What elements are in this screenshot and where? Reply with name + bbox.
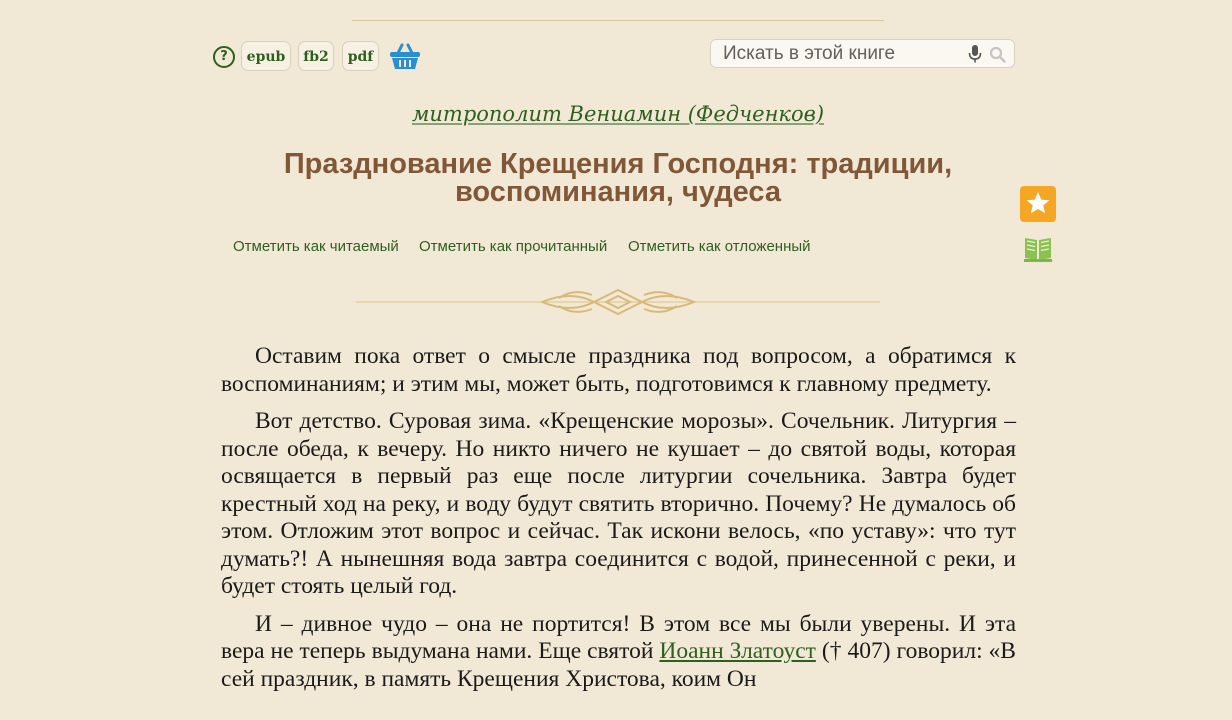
page-title: Празднование Крещения Господня: традиции… (283, 148, 953, 208)
top-divider (352, 20, 884, 21)
microphone-icon[interactable] (968, 45, 982, 63)
paragraph: Оставим пока ответ о смысле праздника по… (221, 343, 1016, 397)
mark-read-link[interactable]: Отметить как прочитанный (419, 238, 607, 255)
download-fb2-button[interactable]: fb2 (298, 41, 334, 71)
mark-reading-link[interactable]: Отметить как читаемый (233, 238, 399, 255)
basket-icon[interactable] (389, 41, 421, 71)
search-input[interactable] (723, 41, 963, 66)
search-box (710, 39, 1015, 68)
download-pdf-button[interactable]: pdf (342, 41, 379, 71)
star-icon[interactable] (1020, 186, 1056, 222)
ioann-zlatoust-link[interactable]: Иоанн Златоуст (659, 638, 816, 664)
search-icon[interactable] (989, 46, 1006, 63)
book-text: Оставим пока ответ о смысле праздника по… (221, 343, 1016, 703)
author-link[interactable]: митрополит Вениамин (Федченков) (0, 102, 1232, 126)
paragraph: Вот детство. Суровая зима. «Крещенские м… (221, 408, 1016, 599)
paragraph: И – дивное чудо – она не портится! В это… (221, 611, 1016, 694)
download-epub-button[interactable]: epub (241, 41, 291, 71)
mark-postponed-link[interactable]: Отметить как отложенный (628, 238, 811, 255)
open-book-icon[interactable] (1023, 235, 1053, 263)
ornament-divider (356, 288, 880, 316)
question-circle-icon[interactable]: ? (213, 46, 235, 68)
